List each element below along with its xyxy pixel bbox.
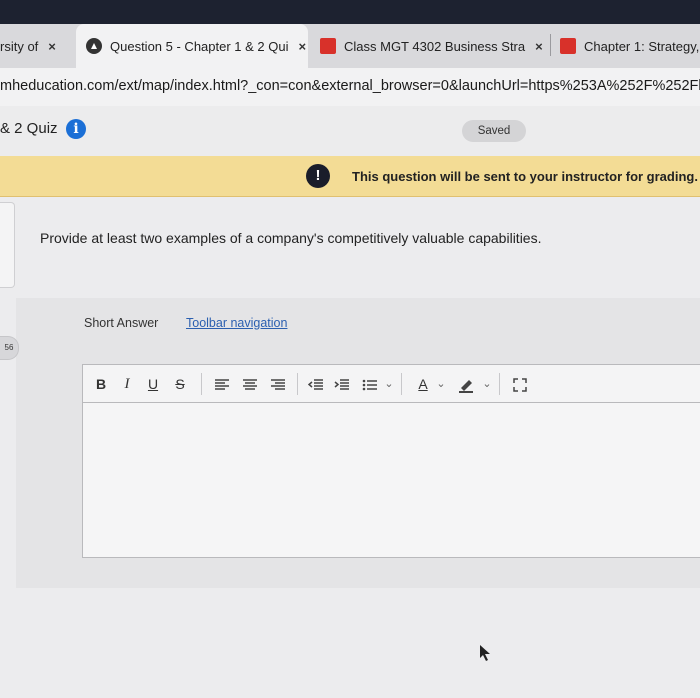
- strikethrough-button[interactable]: S: [171, 365, 189, 403]
- outdent-icon[interactable]: [305, 365, 327, 403]
- tab-label: Chapter 1: Strategy,: [584, 38, 700, 54]
- mouse-cursor-icon: [478, 644, 492, 667]
- toolbar-divider: [297, 373, 298, 395]
- close-tab-icon[interactable]: ×: [48, 39, 56, 54]
- question-prompt: Provide at least two examples of a compa…: [40, 230, 542, 246]
- indent-icon[interactable]: [331, 365, 353, 403]
- quiz-title: & 2 Quiz: [0, 120, 58, 137]
- banner-text: This question will be sent to your instr…: [352, 169, 698, 184]
- side-panel-edge: [0, 202, 15, 288]
- tab-university[interactable]: rsity of ×: [0, 24, 72, 68]
- saved-status-badge: Saved: [462, 120, 526, 142]
- quiz-header: & 2 Quiz i Saved: [0, 106, 700, 157]
- tab-divider: [550, 34, 551, 56]
- bold-button[interactable]: B: [93, 365, 109, 403]
- url-text: mheducation.com/ext/map/index.html?_con=…: [0, 78, 700, 94]
- tab-label: Question 5 - Chapter 1 & 2 Qui: [110, 38, 289, 54]
- tab-strip: rsity of × Question 5 - Chapter 1 & 2 Qu…: [0, 24, 700, 68]
- connect-icon: [320, 38, 336, 54]
- window-top-bar: [0, 0, 700, 24]
- tab-label: Class MGT 4302 Business Stra: [344, 38, 526, 54]
- alert-icon: !: [306, 164, 330, 188]
- font-color-button[interactable]: A: [413, 365, 433, 403]
- address-bar[interactable]: mheducation.com/ext/map/index.html?_con=…: [0, 68, 700, 106]
- italic-button[interactable]: I: [119, 365, 135, 403]
- close-tab-icon[interactable]: ×: [298, 39, 306, 54]
- tab-question-5[interactable]: Question 5 - Chapter 1 & 2 Qui ×: [76, 24, 308, 68]
- align-left-icon[interactable]: [211, 365, 233, 403]
- tab-label: rsity of: [0, 38, 39, 54]
- align-right-icon[interactable]: [267, 365, 289, 403]
- editor-toolbar: B I U S ⌄ A ⌄ ⌄: [82, 364, 700, 403]
- info-icon[interactable]: i: [66, 119, 86, 139]
- font-color-chevron-down-icon[interactable]: ⌄: [435, 365, 447, 403]
- toolbar-divider: [201, 373, 202, 395]
- toolbar-navigation-link[interactable]: Toolbar navigation: [186, 316, 287, 330]
- highlight-pen-icon[interactable]: [455, 365, 477, 403]
- align-center-icon[interactable]: [239, 365, 261, 403]
- answer-type-label: Short Answer: [84, 316, 159, 330]
- close-tab-icon[interactable]: ×: [535, 39, 543, 54]
- question-number-badge: 56: [0, 336, 19, 360]
- mcgraw-hill-icon: [86, 38, 102, 54]
- fullscreen-icon[interactable]: [509, 365, 531, 403]
- list-chevron-down-icon[interactable]: ⌄: [383, 365, 395, 403]
- answer-text-area[interactable]: [82, 402, 700, 558]
- toolbar-divider: [401, 373, 402, 395]
- toolbar-divider: [499, 373, 500, 395]
- book-icon: [560, 38, 576, 54]
- highlight-chevron-down-icon[interactable]: ⌄: [481, 365, 493, 403]
- bullet-list-icon[interactable]: [359, 365, 381, 403]
- tab-class-mgt[interactable]: Class MGT 4302 Business Stra ×: [320, 24, 548, 68]
- tab-chapter-1[interactable]: Chapter 1: Strategy,: [560, 24, 700, 68]
- grading-notice-banner: ! This question will be sent to your ins…: [0, 156, 700, 197]
- underline-button[interactable]: U: [145, 365, 161, 403]
